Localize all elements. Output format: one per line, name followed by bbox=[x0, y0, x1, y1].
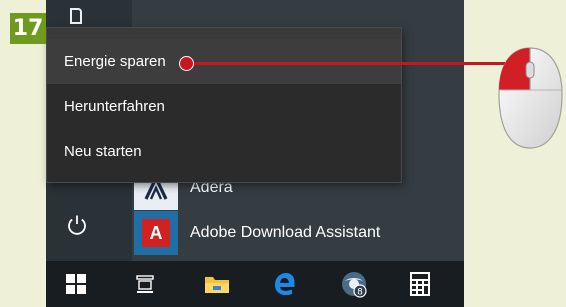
globe-icon: 8 bbox=[342, 272, 367, 298]
mouse-click-icon bbox=[498, 47, 563, 149]
step-number-badge: 17 bbox=[10, 13, 46, 44]
pinned-app-button[interactable]: 8 bbox=[327, 261, 381, 307]
windows-logo-icon bbox=[66, 274, 86, 294]
adobe-icon: A bbox=[134, 211, 178, 255]
start-button[interactable] bbox=[49, 261, 103, 307]
svg-text:8: 8 bbox=[357, 288, 363, 298]
power-icon[interactable] bbox=[64, 212, 90, 238]
callout-pointer-line bbox=[185, 62, 505, 65]
task-view-icon bbox=[136, 275, 154, 293]
edge-icon bbox=[275, 273, 295, 296]
callout-pointer-dot bbox=[180, 57, 193, 70]
calculator-button[interactable] bbox=[393, 261, 447, 307]
edge-browser-button[interactable] bbox=[257, 261, 311, 307]
app-item-adobe-download-assistant[interactable]: A Adobe Download Assistant bbox=[134, 211, 380, 255]
menu-top-edge bbox=[47, 28, 401, 39]
menu-item-neu-starten[interactable]: Neu starten bbox=[47, 129, 401, 174]
menu-item-herunterfahren[interactable]: Herunterfahren bbox=[47, 84, 401, 129]
power-options-menu: Energie sparen Herunterfahren Neu starte… bbox=[47, 28, 401, 182]
document-icon[interactable] bbox=[70, 8, 82, 24]
taskbar: 8 bbox=[46, 261, 464, 307]
file-explorer-button[interactable] bbox=[190, 261, 244, 307]
app-label: Adobe Download Assistant bbox=[190, 224, 381, 241]
calculator-icon bbox=[410, 272, 430, 296]
folder-icon bbox=[205, 277, 229, 293]
task-view-button[interactable] bbox=[118, 261, 172, 307]
